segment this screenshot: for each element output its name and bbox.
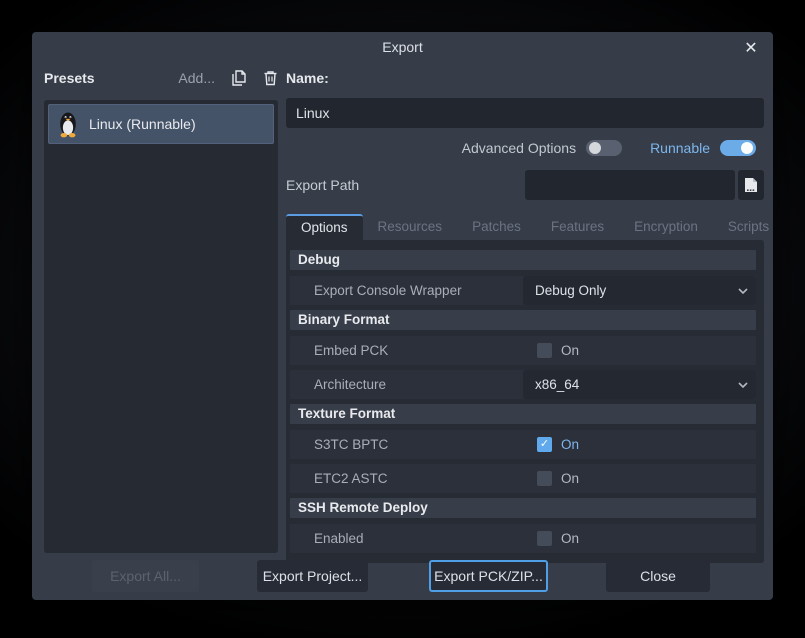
runnable-label: Runnable	[650, 140, 710, 156]
preset-item-label: Linux (Runnable)	[89, 116, 196, 132]
name-label: Name:	[286, 66, 764, 90]
tab-features[interactable]: Features	[536, 214, 619, 240]
tab-bar: Options Resources Patches Features Encry…	[286, 214, 764, 240]
tab-resources[interactable]: Resources	[363, 214, 458, 240]
prop-label: S3TC BPTC	[314, 430, 388, 459]
presets-column: Presets Add...	[44, 66, 278, 100]
export-pck-zip-button[interactable]: Export PCK/ZIP...	[429, 560, 548, 592]
chevron-down-icon	[738, 382, 748, 388]
row-embed-pck: Embed PCK On	[290, 336, 756, 365]
prop-label: Export Console Wrapper	[314, 276, 462, 305]
ssh-enabled-checkbox[interactable]	[537, 531, 552, 546]
section-header-texture-format: Texture Format	[290, 404, 756, 424]
export-path-row: Export Path	[286, 170, 764, 200]
section-header-ssh-remote-deploy: SSH Remote Deploy	[290, 498, 756, 518]
add-preset-button[interactable]: Add...	[178, 70, 215, 86]
runnable-toggle[interactable]	[720, 140, 756, 156]
dropdown-value: x86_64	[535, 377, 738, 392]
checkbox-label: On	[561, 531, 579, 546]
checkbox-label: On	[561, 343, 579, 358]
tab-options[interactable]: Options	[286, 214, 363, 240]
embed-pck-checkbox[interactable]	[537, 343, 552, 358]
row-export-console-wrapper: Export Console Wrapper Debug Only	[290, 276, 756, 305]
dropdown-value: Debug Only	[535, 283, 738, 298]
presets-heading: Presets	[44, 70, 95, 86]
advanced-options-label: Advanced Options	[462, 140, 576, 156]
export-settings-column: Name: Advanced Options Runnable Export P…	[286, 66, 764, 563]
tab-scripts[interactable]: Scripts	[713, 214, 784, 240]
preset-list: Linux (Runnable)	[44, 100, 278, 553]
duplicate-preset-icon[interactable]	[231, 70, 247, 86]
console-wrapper-dropdown[interactable]: Debug Only	[523, 276, 756, 305]
toggle-knob	[589, 142, 601, 154]
export-all-button[interactable]: Export All...	[92, 560, 199, 592]
browse-path-button[interactable]	[738, 170, 764, 200]
preset-item-linux[interactable]: Linux (Runnable)	[48, 104, 274, 144]
checkbox-label: On	[561, 471, 579, 486]
delete-preset-icon[interactable]	[263, 70, 278, 86]
prop-label: Embed PCK	[314, 336, 388, 365]
toggle-knob	[741, 142, 753, 154]
toggle-row: Advanced Options Runnable	[286, 136, 764, 160]
row-ssh-enabled: Enabled On	[290, 524, 756, 553]
advanced-options-toggle[interactable]	[586, 140, 622, 156]
prop-label: ETC2 ASTC	[314, 464, 388, 493]
architecture-dropdown[interactable]: x86_64	[523, 370, 756, 399]
row-s3tc-bptc: S3TC BPTC ✓ On	[290, 430, 756, 459]
linux-tux-icon	[57, 110, 79, 138]
screen-backdrop: Export ✕ Presets Add...	[0, 0, 805, 638]
etc2-astc-checkbox[interactable]	[537, 471, 552, 486]
row-etc2-astc: ETC2 ASTC On	[290, 464, 756, 493]
export-path-input[interactable]	[525, 170, 735, 200]
close-icon[interactable]: ✕	[739, 37, 763, 61]
tab-patches[interactable]: Patches	[457, 214, 536, 240]
s3tc-bptc-checkbox[interactable]: ✓	[537, 437, 552, 452]
row-architecture: Architecture x86_64	[290, 370, 756, 399]
dialog-title: Export	[32, 32, 773, 60]
options-panel: Debug Export Console Wrapper Debug Only …	[286, 240, 764, 563]
section-header-debug: Debug	[290, 250, 756, 270]
prop-label: Architecture	[314, 370, 386, 399]
prop-label: Enabled	[314, 524, 364, 553]
chevron-down-icon	[738, 288, 748, 294]
checkbox-label: On	[561, 437, 579, 452]
export-path-label: Export Path	[286, 177, 359, 193]
tab-encryption[interactable]: Encryption	[619, 214, 713, 240]
export-project-button[interactable]: Export Project...	[257, 560, 368, 592]
export-dialog: Export ✕ Presets Add...	[32, 32, 773, 600]
section-header-binary-format: Binary Format	[290, 310, 756, 330]
close-button[interactable]: Close	[606, 560, 710, 592]
name-input[interactable]	[286, 98, 764, 128]
file-icon	[744, 177, 758, 193]
